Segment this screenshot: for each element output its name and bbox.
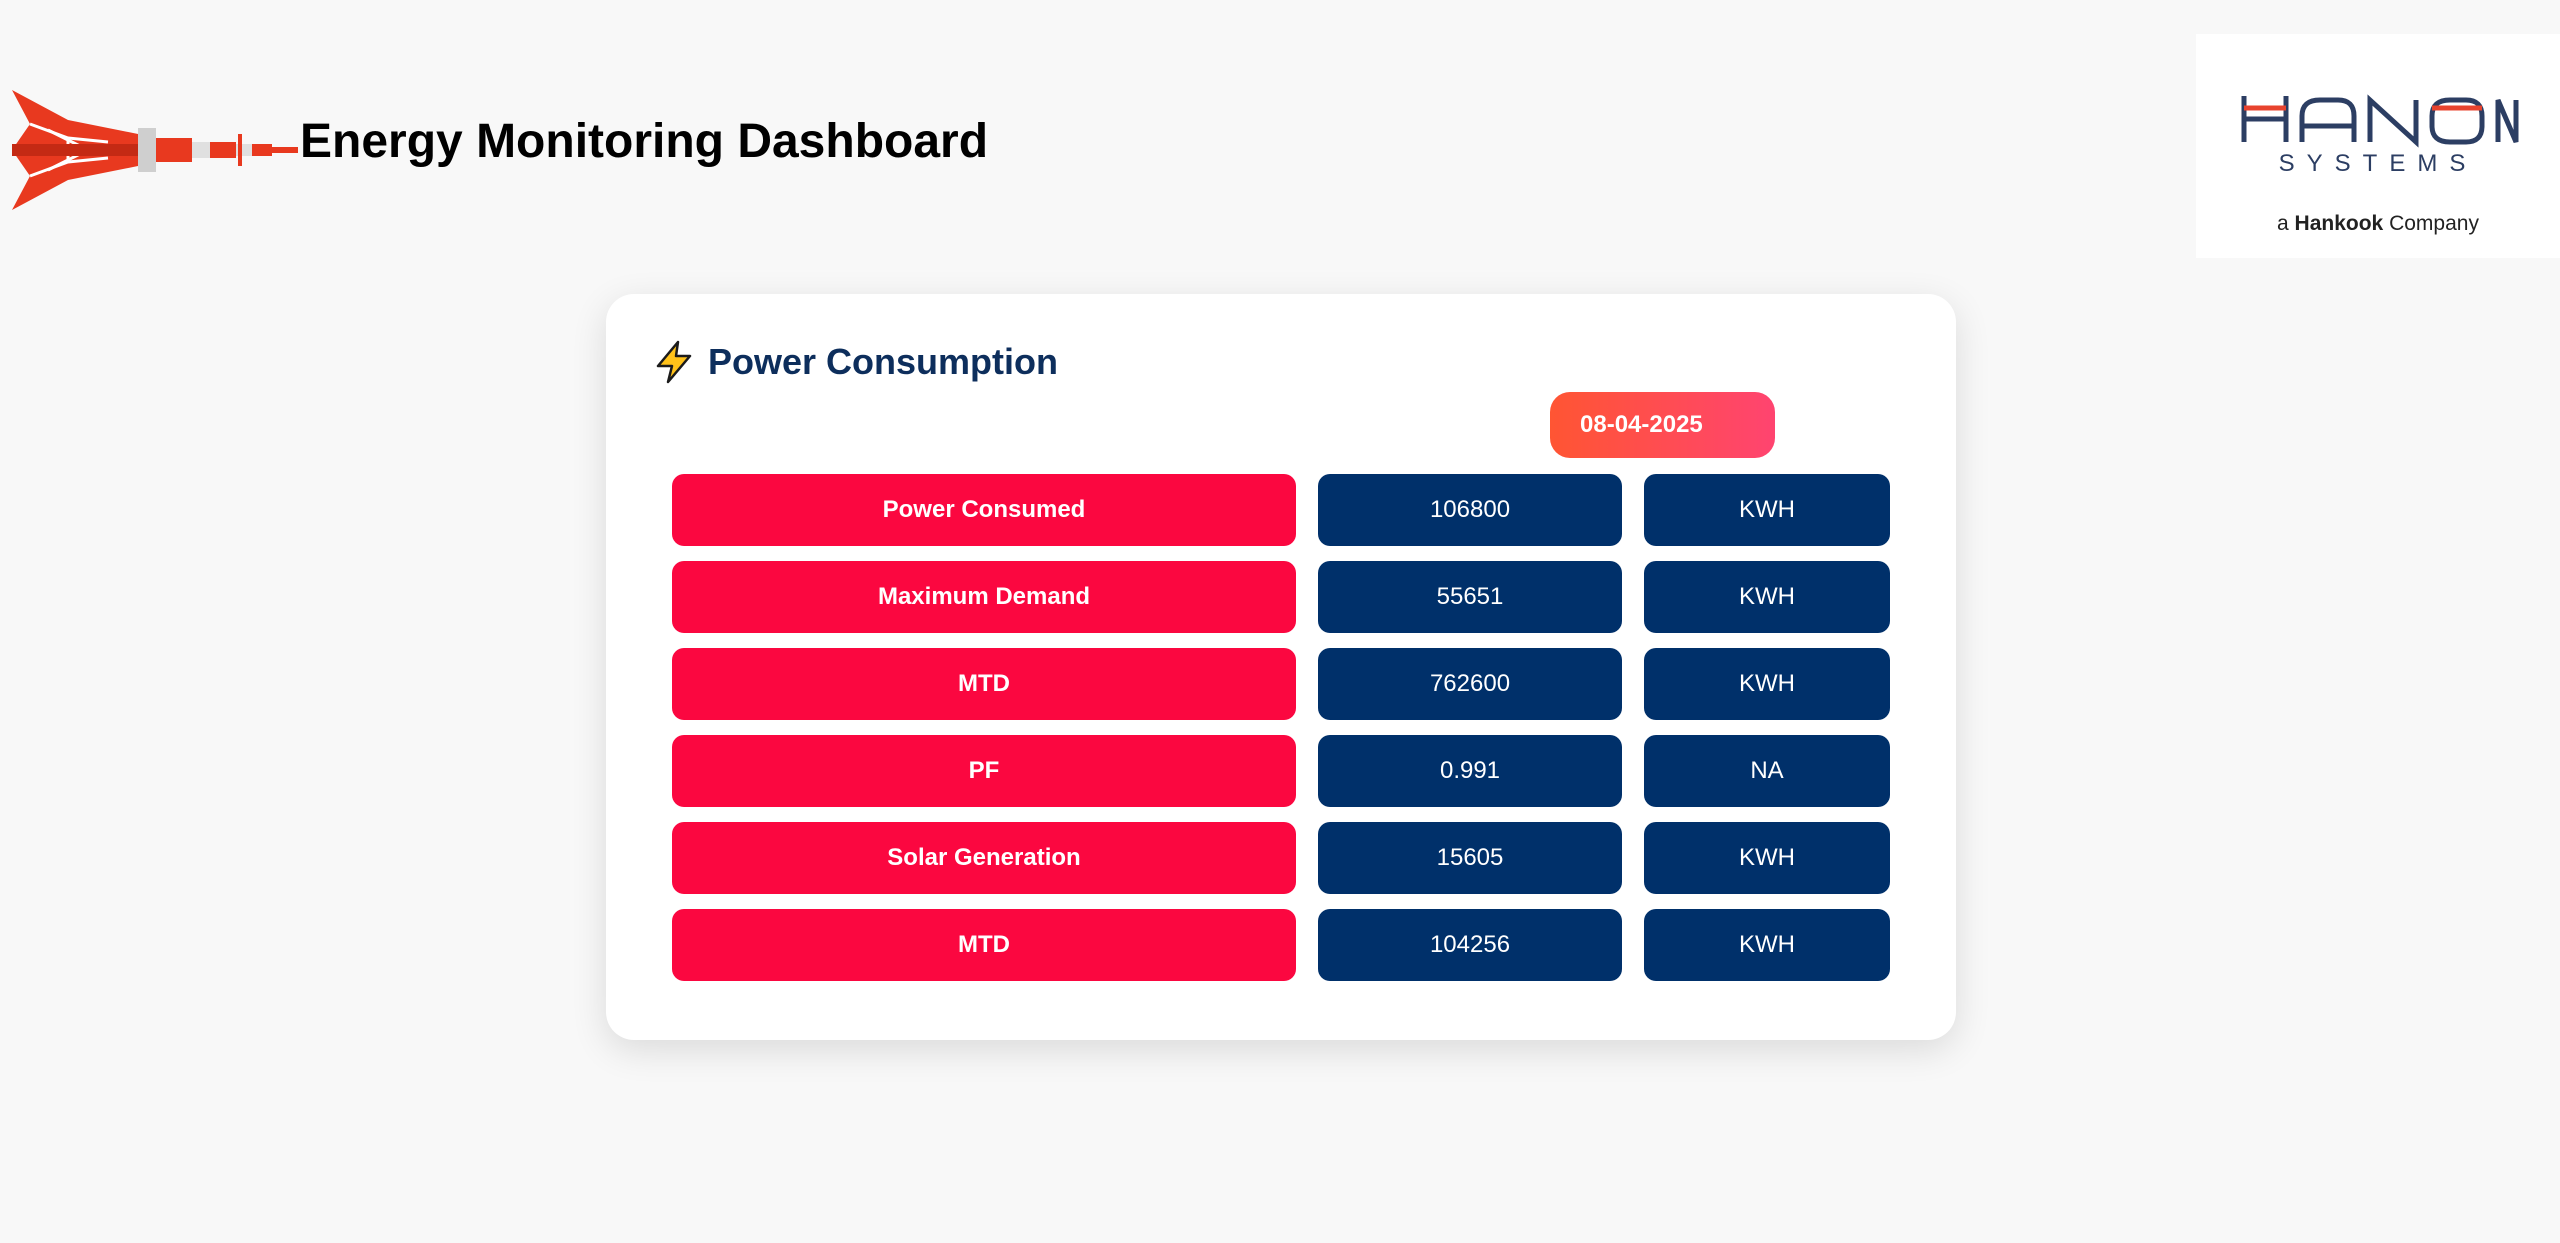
card-title: Power Consumption bbox=[708, 341, 1058, 382]
metric-unit: NA bbox=[1644, 735, 1890, 807]
metric-unit: KWH bbox=[1644, 822, 1890, 894]
metric-label: Solar Generation bbox=[672, 822, 1296, 894]
metric-value: 55651 bbox=[1318, 561, 1622, 633]
metric-label: MTD bbox=[672, 648, 1296, 720]
brand-subtitle: SYSTEMS bbox=[2278, 150, 2478, 177]
brand-tagline: a Hankook Company bbox=[2277, 212, 2479, 235]
metric-unit: KWH bbox=[1644, 909, 1890, 981]
metric-row-solar-mtd: MTD 104256 KWH bbox=[672, 909, 1892, 981]
metric-label: Maximum Demand bbox=[672, 561, 1296, 633]
date-badge: 08-04-2025 bbox=[1550, 392, 1775, 458]
metric-value: 104256 bbox=[1318, 909, 1622, 981]
metric-value: 15605 bbox=[1318, 822, 1622, 894]
metric-value: 762600 bbox=[1318, 648, 1622, 720]
brand-logo: SYSTEMS a Hankook Company bbox=[2196, 34, 2560, 258]
hanon-wordmark bbox=[2241, 94, 2519, 148]
metric-unit: KWH bbox=[1644, 561, 1890, 633]
metric-row-pf: PF 0.991 NA bbox=[672, 735, 1892, 807]
power-consumption-card: Power Consumption 08-04-2025 Power Consu… bbox=[606, 294, 1956, 1040]
page-title: Energy Monitoring Dashboard bbox=[300, 115, 989, 168]
metric-unit: KWH bbox=[1644, 648, 1890, 720]
metric-label: PF bbox=[672, 735, 1296, 807]
metric-row-maximum-demand: Maximum Demand 55651 KWH bbox=[672, 561, 1892, 633]
card-header: Power Consumption bbox=[652, 340, 1058, 384]
metric-value: 0.991 bbox=[1318, 735, 1622, 807]
metric-row-mtd: MTD 762600 KWH bbox=[672, 648, 1892, 720]
lightning-bolt-icon bbox=[656, 340, 692, 384]
header: Energy Monitoring Dashboard SYSTEMS a Ha… bbox=[0, 0, 2560, 270]
metrics-table: Power Consumed 106800 KWH Maximum Demand… bbox=[672, 474, 1892, 996]
metric-row-solar-generation: Solar Generation 15605 KWH bbox=[672, 822, 1892, 894]
metric-row-power-consumed: Power Consumed 106800 KWH bbox=[672, 474, 1892, 546]
metric-value: 106800 bbox=[1318, 474, 1622, 546]
metric-label: Power Consumed bbox=[672, 474, 1296, 546]
transmission-tower-icon bbox=[12, 90, 298, 210]
metric-unit: KWH bbox=[1644, 474, 1890, 546]
metric-label: MTD bbox=[672, 909, 1296, 981]
